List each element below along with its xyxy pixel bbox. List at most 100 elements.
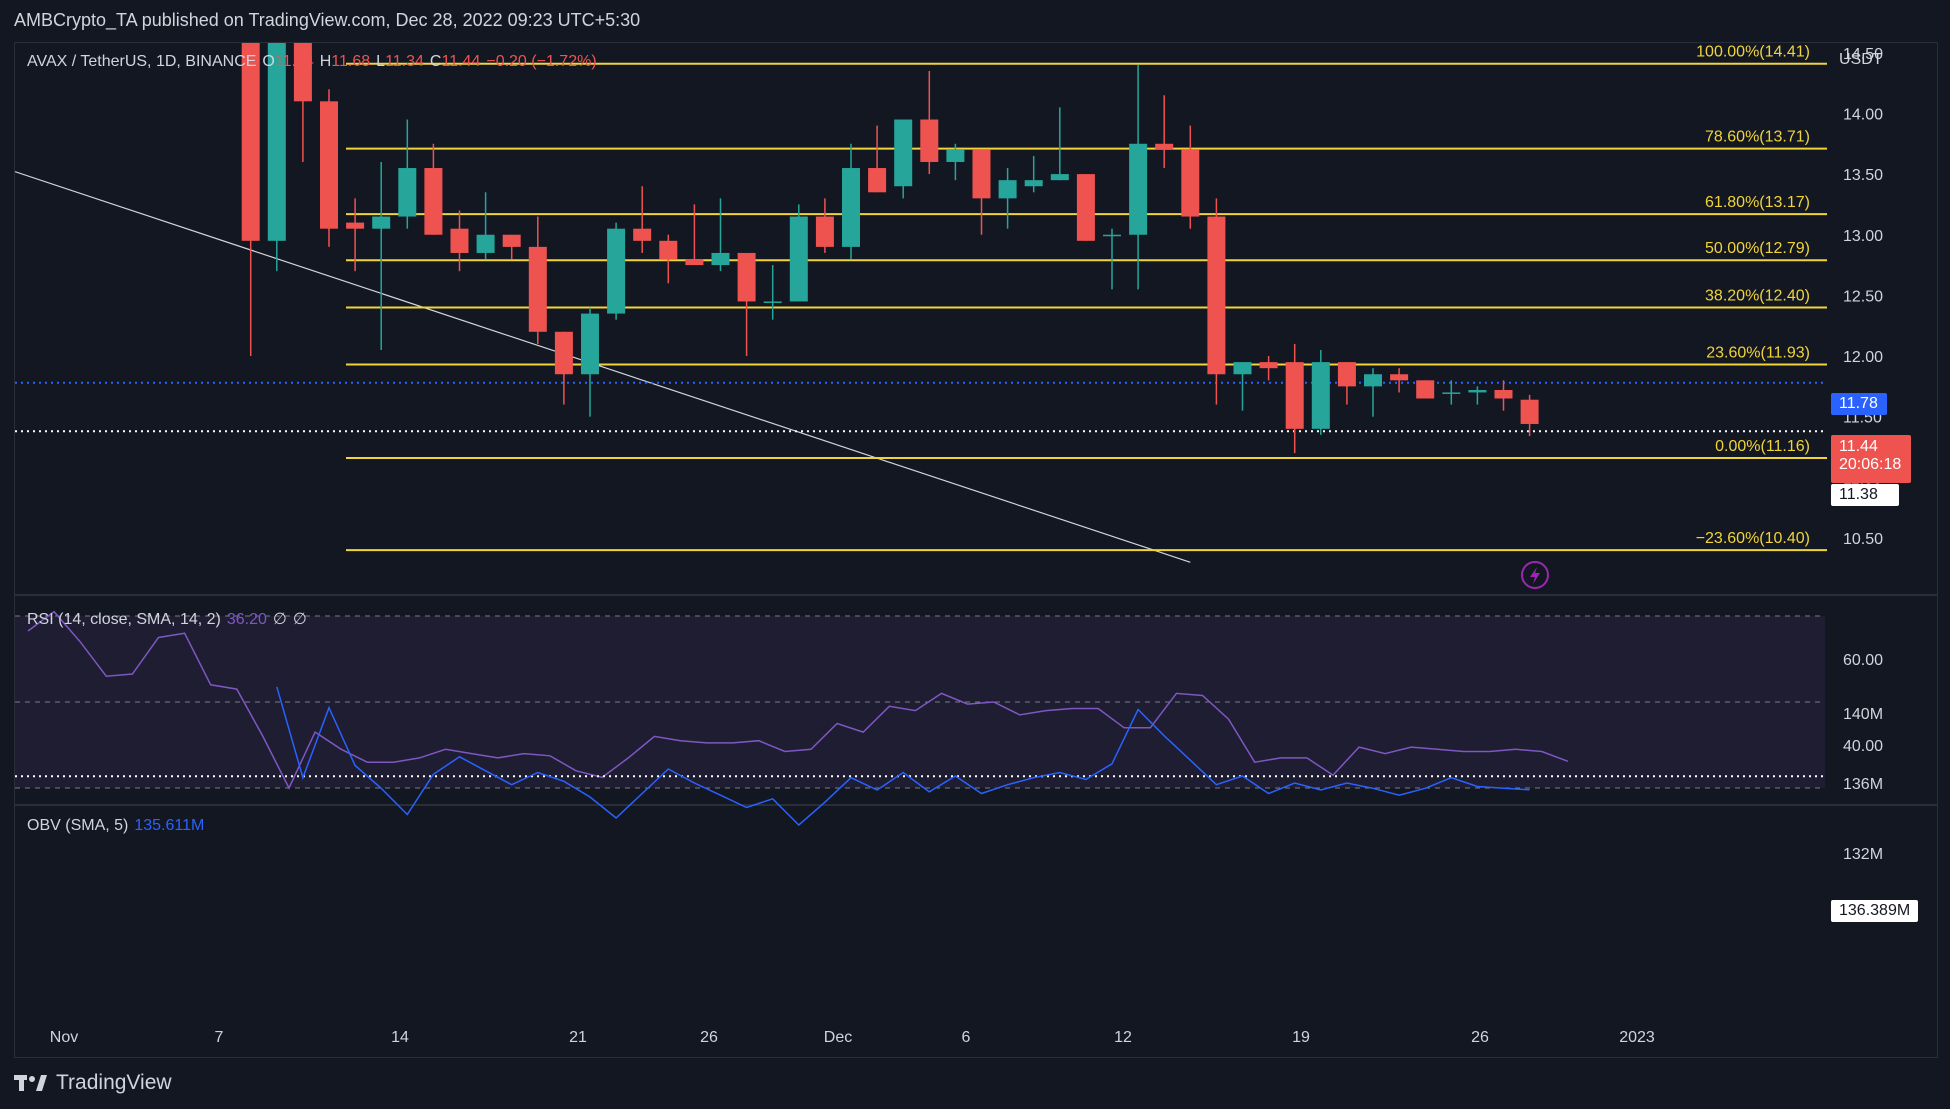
x-tick-label: 14	[391, 1029, 409, 1046]
candle	[659, 234, 678, 284]
candle	[1285, 343, 1304, 454]
candle-body	[763, 301, 782, 303]
chart-canvas[interactable]: 100.00%(14.41) 78.60%(13.71) 61.80%(13.17)…	[15, 43, 1937, 1057]
legend-c-value: 11.44	[441, 53, 481, 70]
fib-level-label: 50.00%(12.79)	[1705, 240, 1810, 257]
x-tick-label: 26	[700, 1029, 718, 1046]
candle-body	[633, 228, 652, 241]
candle	[1207, 198, 1226, 405]
candle	[1233, 362, 1252, 411]
candle-body	[1494, 390, 1513, 399]
candle	[607, 222, 626, 320]
fib-retracement: 100.00%(14.41) 78.60%(13.71) 61.80%(13.17)…	[346, 44, 1827, 552]
candle	[320, 89, 338, 247]
tradingview-logo[interactable]: TradingView	[14, 1071, 172, 1095]
x-tick-label: 2023	[1619, 1029, 1655, 1046]
x-tick-label: 12	[1114, 1029, 1132, 1046]
rsi-y-tick-label: 40.00	[1843, 738, 1883, 755]
candle-body	[659, 240, 678, 260]
candle	[1181, 125, 1200, 229]
candle	[1442, 380, 1461, 405]
candle	[424, 143, 443, 235]
candle-body	[1181, 149, 1200, 217]
candle-body	[1285, 362, 1304, 429]
candle	[1311, 349, 1330, 435]
candle	[1337, 362, 1356, 405]
candle	[894, 119, 913, 199]
candle	[868, 125, 887, 193]
footer-brand: TradingView	[56, 1071, 172, 1094]
candle-body	[1050, 174, 1069, 181]
obv-label: OBV (SMA, 5)	[27, 817, 129, 834]
legend-l-value: 11.34	[385, 53, 424, 70]
candle	[528, 216, 547, 344]
candle-body	[1337, 362, 1356, 387]
rsi-legend: RSI (14, close, SMA, 14, 2) 36.20 ∅ ∅	[27, 609, 313, 629]
candle	[633, 186, 652, 253]
main-legend: AVAX / TetherUS, 1D, BINANCE O11.64 H11.68…	[27, 53, 603, 71]
tradingview-logo-icon	[14, 1072, 48, 1094]
chart-frame[interactable]: 100.00%(14.41) 78.60%(13.71) 61.80%(13.17)…	[14, 42, 1938, 1058]
obv-y-tick-label: 140M	[1843, 706, 1883, 723]
candle	[1024, 155, 1043, 193]
candle-body	[1520, 399, 1539, 424]
currency-label: USDT	[1839, 51, 1883, 68]
candle-body	[685, 259, 704, 266]
alert-bolt-icon	[1530, 567, 1540, 584]
candle-body	[554, 331, 573, 375]
fib-level-label: −23.60%(10.40)	[1696, 530, 1810, 547]
candle-body	[1103, 234, 1121, 237]
legend-symbol: AVAX / TetherUS, 1D, BINANCE	[27, 53, 257, 70]
candle	[1155, 95, 1174, 169]
candle-body	[607, 228, 626, 314]
y-tick-label: 12.00	[1843, 349, 1883, 366]
fib-level-label: 38.20%(12.40)	[1705, 288, 1810, 305]
candle-body	[476, 234, 495, 253]
blue-line-tag: 11.78	[1831, 393, 1887, 415]
candle-body	[737, 252, 756, 302]
candle	[372, 161, 391, 350]
candle-body	[1364, 374, 1382, 387]
rsi-value: 36.20	[226, 611, 267, 628]
candle-body	[241, 43, 260, 241]
candle-body	[1233, 362, 1252, 375]
fib-level-label: 61.80%(13.17)	[1705, 194, 1810, 211]
candle	[1364, 368, 1382, 417]
y-tick-label: 14.00	[1843, 106, 1883, 123]
candle-body	[789, 216, 808, 302]
obv-level-tag: 136.389M	[1831, 900, 1919, 922]
candle-body	[581, 313, 599, 375]
candle	[1103, 228, 1121, 290]
candle	[267, 43, 286, 272]
candle-body	[998, 180, 1017, 199]
candle	[842, 143, 860, 260]
legend-change: −0.20 (−1.72%)	[486, 53, 597, 70]
white-line-tag: 11.38	[1831, 484, 1899, 506]
x-tick-label: 26	[1471, 1029, 1489, 1046]
candle-body	[1259, 362, 1278, 369]
x-tick-label: 7	[215, 1029, 224, 1046]
countdown: 20:06:18	[1839, 456, 1902, 473]
x-tick-label: 6	[962, 1029, 971, 1046]
candle	[789, 204, 808, 302]
y-tick-label: 13.00	[1843, 228, 1883, 245]
candle	[1259, 356, 1278, 381]
obv-y-tick-label: 132M	[1843, 846, 1883, 863]
legend-h-label: H	[319, 53, 332, 70]
candle-body	[267, 43, 286, 241]
fib-level-label: 0.00%(11.16)	[1715, 438, 1810, 455]
candle-body	[1311, 362, 1330, 429]
candle-body	[1442, 392, 1461, 394]
candle	[1129, 64, 1148, 290]
candle-body	[972, 149, 991, 199]
candle	[1520, 394, 1539, 437]
legend-l-label: L	[376, 53, 386, 70]
candle-body	[372, 216, 391, 229]
candle-body	[293, 43, 312, 102]
candle	[737, 252, 756, 357]
trendline	[15, 171, 1191, 563]
y-tick-label: 10.50	[1843, 531, 1883, 548]
candle-body	[1155, 143, 1174, 150]
candle-body	[920, 119, 939, 162]
legend-h-value: 11.68	[331, 53, 371, 70]
